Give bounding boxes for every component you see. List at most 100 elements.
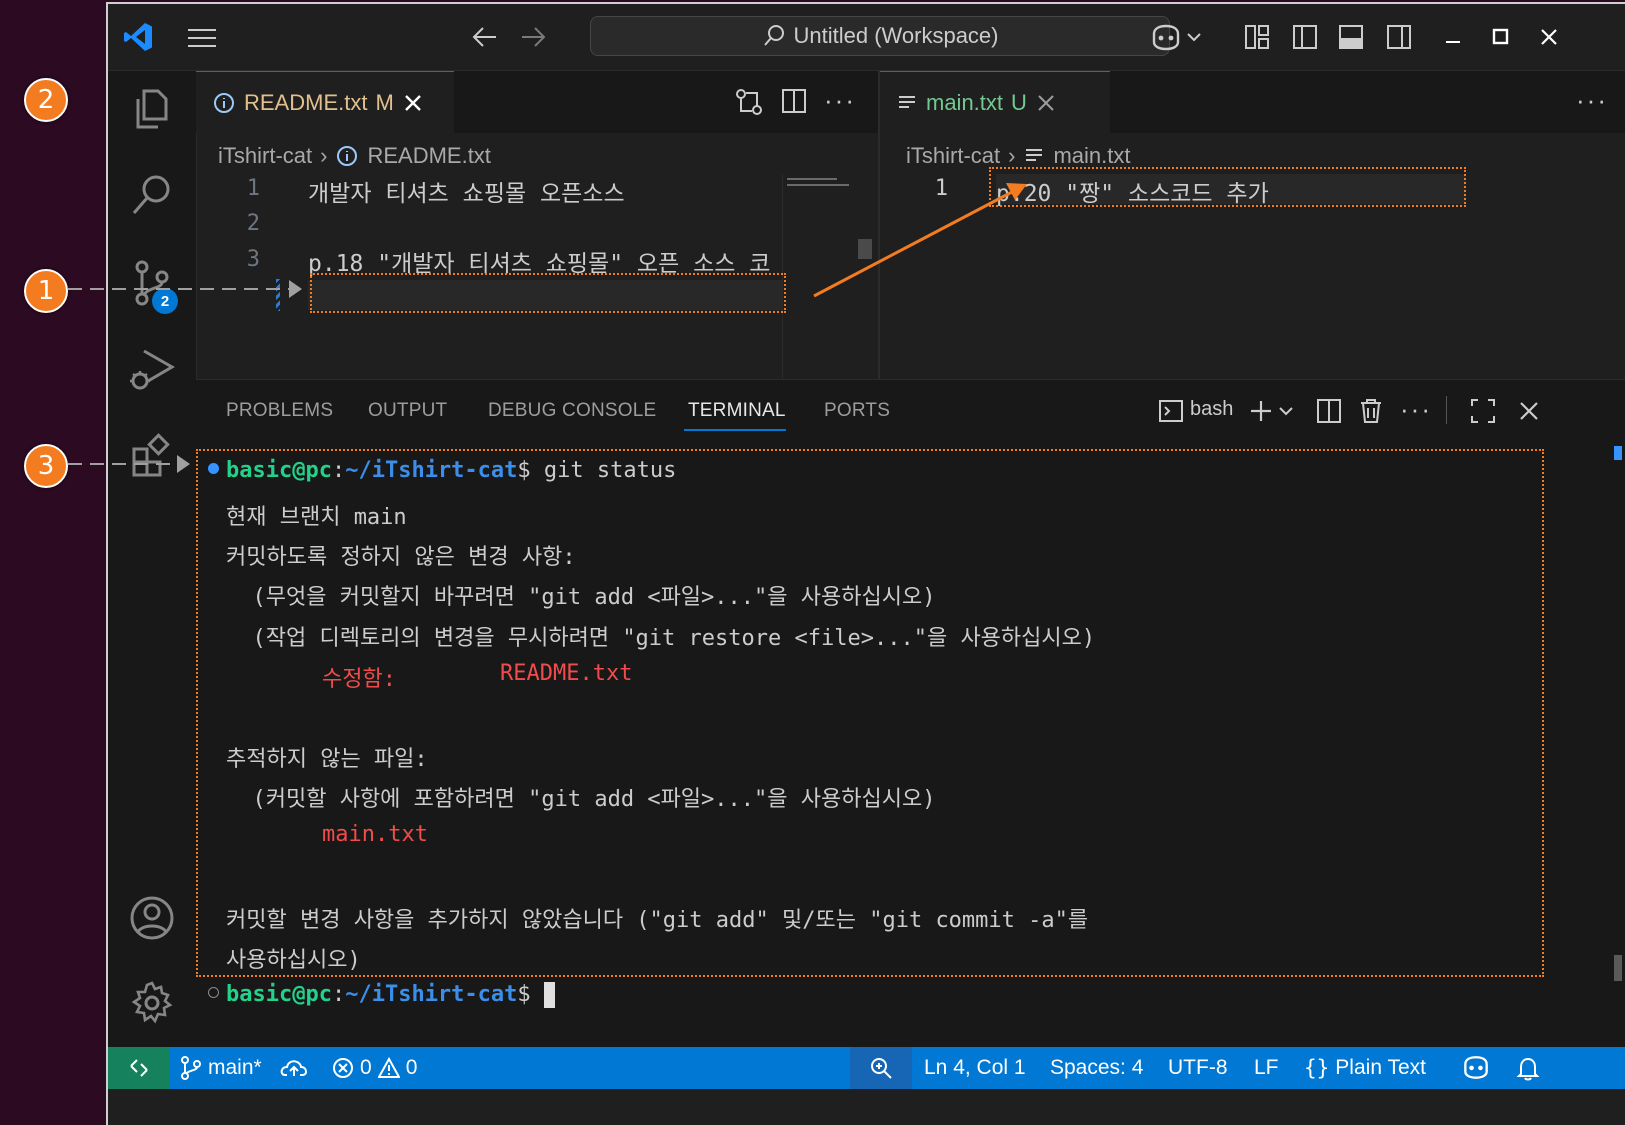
tab-terminal[interactable]: TERMINAL <box>688 400 786 422</box>
breadcrumb-file[interactable]: main.txt <box>1053 143 1130 169</box>
language-mode[interactable]: {} Plain Text <box>1304 1047 1426 1089</box>
remote-icon <box>130 1059 148 1077</box>
braces-icon: {} <box>1304 1056 1330 1080</box>
end-of-line[interactable]: LF <box>1254 1047 1279 1089</box>
branch-name: main* <box>208 1056 262 1079</box>
terminal-prompt-line: basic@pc:~/iTshirt-cat$ <box>226 982 555 1008</box>
more-actions-icon[interactable]: ··· <box>824 85 856 116</box>
breadcrumb-file[interactable]: README.txt <box>367 143 490 169</box>
annotation-box-terminal <box>196 449 1544 977</box>
error-count: 0 <box>360 1056 372 1079</box>
callout-1: 1 <box>24 269 68 313</box>
customize-layout-icon[interactable] <box>1244 24 1270 50</box>
branch-indicator[interactable]: main* <box>180 1047 262 1089</box>
left-breadcrumb: iTshirt-cat › README.txt <box>218 136 491 176</box>
close-tab-icon[interactable] <box>402 92 424 114</box>
activity-bar: 2 <box>108 71 197 1087</box>
warning-count: 0 <box>405 1056 418 1079</box>
split-editor-icon[interactable] <box>780 87 808 115</box>
line-number: 1 <box>934 176 948 201</box>
copilot-icon[interactable] <box>1148 22 1184 52</box>
warning-icon <box>377 1057 400 1078</box>
scm-badge: 2 <box>152 288 178 314</box>
tab-debug-console[interactable]: DEBUG CONSOLE <box>488 400 656 422</box>
tab-problems[interactable]: PROBLEMS <box>226 400 333 422</box>
remote-indicator[interactable] <box>108 1047 170 1089</box>
command-center-search[interactable]: Untitled (Workspace) <box>590 16 1170 56</box>
run-debug-icon[interactable] <box>128 345 176 393</box>
explorer-icon[interactable] <box>128 85 176 133</box>
left-tabs-bar: README.txt M ··· <box>196 71 880 133</box>
close-window-icon[interactable] <box>1538 26 1560 48</box>
problems-indicator[interactable]: 0 0 <box>332 1047 417 1089</box>
forward-arrow-icon[interactable] <box>518 24 548 50</box>
breadcrumb-folder[interactable]: iTshirt-cat <box>218 143 312 169</box>
line-number: 2 <box>246 211 260 236</box>
toolbar-separator <box>1446 396 1447 424</box>
tab-output[interactable]: OUTPUT <box>368 400 447 422</box>
account-icon[interactable] <box>128 894 176 942</box>
active-tab-underline <box>684 429 786 431</box>
left-scrollbar[interactable] <box>854 174 876 379</box>
menu-icon[interactable] <box>186 26 218 50</box>
shell-name[interactable]: bash <box>1190 398 1233 421</box>
back-arrow-icon[interactable] <box>470 24 500 50</box>
terminal-cursor <box>543 982 555 1008</box>
toggle-primary-sidebar-icon[interactable] <box>1292 24 1318 50</box>
open-changes-icon[interactable] <box>734 87 764 117</box>
toggle-panel-icon[interactable] <box>1338 24 1364 50</box>
status-bar: main* 0 0 Ln 4, Col 1 Spaces: 4 UTF-8 LF… <box>108 1047 1625 1089</box>
notifications-bell-icon[interactable] <box>1516 1056 1540 1082</box>
chevron-down-icon[interactable] <box>1186 30 1202 44</box>
terminal-scrollbar[interactable] <box>1614 955 1622 981</box>
maximize-panel-icon[interactable] <box>1470 398 1496 424</box>
text-file-icon <box>1026 149 1043 161</box>
close-panel-icon[interactable] <box>1518 400 1540 422</box>
info-icon <box>214 92 234 113</box>
extensions-icon[interactable] <box>128 433 176 481</box>
tab-main-label: main.txt <box>926 89 1004 115</box>
search-icon <box>763 25 784 46</box>
tab-ports[interactable]: PORTS <box>824 400 890 422</box>
breadcrumb-folder[interactable]: iTshirt-cat <box>906 143 1000 169</box>
settings-gear-icon[interactable] <box>128 979 176 1027</box>
split-terminal-icon[interactable] <box>1316 398 1342 424</box>
git-branch-icon <box>181 1056 201 1080</box>
info-icon <box>337 146 358 166</box>
publish-cloud-icon[interactable] <box>280 1056 308 1080</box>
cursor-position[interactable]: Ln 4, Col 1 <box>924 1047 1026 1089</box>
code-line: 개발자 티셔츠 쇼핑몰 오픈소스 <box>308 181 625 207</box>
copilot-status-icon[interactable] <box>1460 1053 1492 1081</box>
workspace-title: Untitled (Workspace) <box>793 23 999 48</box>
trash-icon[interactable] <box>1358 397 1384 425</box>
tab-readme[interactable]: README.txt M <box>196 71 454 133</box>
right-tabs-bar: main.txt U ··· <box>880 71 1625 133</box>
more-actions-icon[interactable]: ··· <box>1576 85 1608 116</box>
zoom-indicator[interactable] <box>850 1047 912 1089</box>
untracked-indicator: U <box>1011 89 1027 115</box>
vscode-window: Untitled (Workspace) 2 README.txt M ··· … <box>106 2 1625 1125</box>
modified-indicator: M <box>375 89 394 115</box>
search-icon[interactable] <box>128 171 176 219</box>
tab-main[interactable]: main.txt U <box>880 71 1110 133</box>
vscode-logo-icon <box>124 23 152 51</box>
encoding[interactable]: UTF-8 <box>1168 1047 1228 1089</box>
chevron-down-icon[interactable] <box>1278 404 1294 418</box>
close-tab-icon[interactable] <box>1035 92 1057 114</box>
line-number: 1 <box>246 176 260 201</box>
language-label: Plain Text <box>1335 1056 1426 1079</box>
minimize-icon[interactable] <box>1442 26 1464 48</box>
indentation[interactable]: Spaces: 4 <box>1050 1047 1143 1089</box>
more-actions-icon[interactable]: ··· <box>1400 394 1432 425</box>
annotation-box-main-line <box>989 167 1466 207</box>
annotation-box-readme-line <box>310 273 786 313</box>
left-minimap[interactable] <box>782 174 855 379</box>
command-decoration-icon <box>208 987 219 998</box>
add-terminal-icon[interactable] <box>1248 398 1274 424</box>
title-bar: Untitled (Workspace) <box>108 4 1625 71</box>
gutter-added-indicator <box>276 279 280 311</box>
callout-3: 3 <box>24 444 68 488</box>
maximize-icon[interactable] <box>1490 26 1512 48</box>
toggle-secondary-sidebar-icon[interactable] <box>1386 24 1412 50</box>
line-number: 3 <box>246 247 260 272</box>
